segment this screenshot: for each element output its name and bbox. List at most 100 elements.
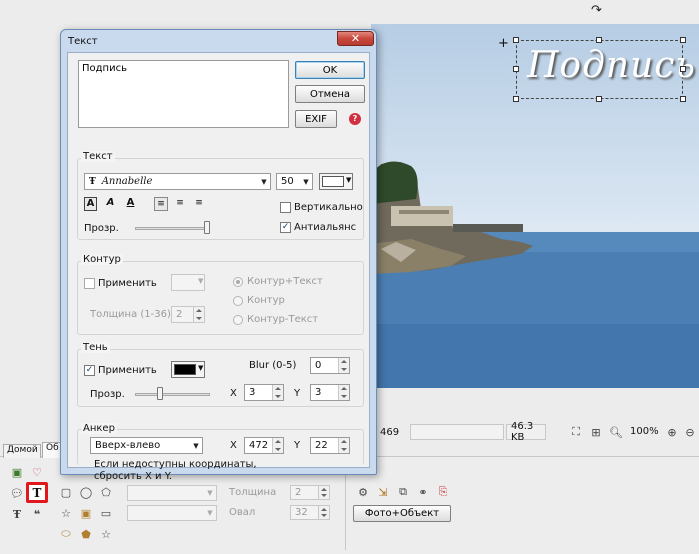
text-color-picker[interactable]: ▼ [319,173,353,190]
shadow-x-field[interactable]: 3 [244,384,284,401]
text-opacity-label: Прозр. [84,223,119,234]
radio-contour-text [233,277,243,287]
contour-group-title: Контур [81,254,123,265]
contour-apply-label: Применить [98,278,157,289]
tool-icon-2[interactable]: ⇲ [375,484,391,500]
contour-thickness-label: Толщина (1-36) [90,309,171,320]
shape-star-icon[interactable]: ☆ [58,505,74,521]
font-name: Annabelle [101,176,153,187]
bold-style-button[interactable]: A [84,197,97,211]
fill-select: ▼ [127,485,217,501]
anchor-x-field[interactable]: 472 [244,437,284,454]
tool-icon-1[interactable]: ⚙ [355,484,371,500]
contour-color-picker: ▼ [171,274,205,291]
contour-apply-checkbox[interactable] [84,278,95,289]
color-arrow-icon: ▼ [346,176,352,184]
shape-rect-icon[interactable]: ▢ [58,484,74,500]
zoom-level[interactable]: 100% [630,426,659,437]
help-icon[interactable]: ? [349,113,361,125]
zoom-fit-icon[interactable]: 🔍︎ [608,424,624,440]
dialog-body: Подпись OK Отмена EXIF ? Текст Ŧ Annabel… [67,52,370,482]
contour-group [77,261,364,335]
ok-button[interactable]: OK [295,61,365,79]
contour-thickness-field: 2 [171,306,205,323]
actual-size-icon[interactable]: ⊞ [588,424,604,440]
resize-handle[interactable] [513,37,519,43]
shadow-color-picker[interactable]: ▼ [171,361,205,378]
cancel-button[interactable]: Отмена [295,85,365,103]
shadow-x-label: X [230,388,237,399]
shape-star2-icon[interactable]: ☆ [98,526,114,542]
radio-contour-label: Контур [247,295,285,306]
align-right-icon[interactable]: ≡ [192,197,206,211]
heart-shape-icon[interactable]: ♡ [29,464,45,480]
exif-button[interactable]: EXIF [295,110,337,128]
radio-contour-minus-text-label: Контур-Текст [247,314,319,325]
shadow-y-label: Y [294,388,301,399]
thickness-label: Толщина [229,487,277,498]
rotate-handle-icon[interactable]: ↷ [591,4,605,17]
zoom-out-icon[interactable]: ⊖ [682,424,698,440]
anchor-y-field[interactable]: 22 [310,437,350,454]
divider [345,470,346,550]
photo-object-button[interactable]: Фото+Объект [353,505,451,522]
shadow-color-swatch [174,364,196,375]
speech-bubble-icon[interactable]: 💬︎ [9,485,25,501]
blur-field[interactable]: 0 [310,357,350,374]
shadow-group-title: Тень [81,342,110,353]
shape-pentagon2-icon[interactable]: ⬟ [78,526,94,542]
anchor-select[interactable]: Вверх-влево ▼ [90,437,203,454]
dialog-title: Текст [68,36,98,47]
shape-pentagon-icon[interactable]: ⬠ [98,484,114,500]
text-group-title: Текст [81,151,115,162]
tool-icon-4[interactable]: ⚭ [415,484,431,500]
vertical-label: Вертикально [294,202,363,213]
shadow-y-field[interactable]: 3 [310,384,350,401]
anchor-y-label: Y [294,440,301,451]
text-style-icon[interactable]: Ŧ [9,506,25,522]
shape-square-icon[interactable]: ▣ [78,505,94,521]
text-tool-button[interactable]: T [26,482,48,503]
shadow-apply-checkbox[interactable]: ✓ [84,365,95,376]
tool-icon-3[interactable]: ⧉ [395,484,411,500]
shape-circle-icon[interactable]: ◯ [78,484,94,500]
dialog-close-button[interactable]: ✕ [337,31,374,46]
quote-icon[interactable]: ❝ [29,506,45,522]
align-left-icon[interactable]: ≡ [154,197,168,211]
zoom-in-icon[interactable]: ⊕ [664,424,680,440]
contour-color-arrow-icon: ▼ [198,277,204,285]
fit-screen-icon[interactable]: ⛶ [568,424,584,440]
antialias-label: Антиальянс [294,222,357,233]
text-opacity-thumb[interactable] [204,221,210,234]
align-center-icon[interactable]: ≡ [173,197,187,211]
resize-handle[interactable] [513,66,519,72]
text-opacity-track[interactable] [135,227,210,230]
thickness-field: 2 [290,485,330,500]
image-tool-icon[interactable]: ▣ [9,464,25,480]
shadow-opacity-track[interactable] [135,393,210,396]
resize-handle[interactable] [680,96,686,102]
shadow-apply-label: Применить [98,365,157,376]
font-select[interactable]: Ŧ Annabelle ▼ [84,173,271,190]
shape-oval-icon[interactable]: ⬭ [58,526,74,542]
tool-icon-5[interactable]: ⎘ [435,484,451,500]
overlay-text: Подпись [527,45,697,86]
font-size-select[interactable]: 50 ▼ [276,173,313,190]
resize-handle[interactable] [513,96,519,102]
antialias-checkbox[interactable]: ✓ [280,222,291,233]
resize-handle[interactable] [680,37,686,43]
vertical-checkbox[interactable] [280,202,291,213]
resize-handle[interactable] [596,37,602,43]
shadow-opacity-thumb[interactable] [157,387,163,400]
text-selection-box[interactable]: Подпись [516,40,695,99]
move-cross-icon[interactable]: + [498,37,509,50]
shape-rounded-icon[interactable]: ▭ [98,505,114,521]
resize-handle[interactable] [596,96,602,102]
italic-style-button[interactable]: A [104,197,117,211]
coord-readout: 469 [380,426,400,438]
resize-handle[interactable] [680,66,686,72]
underline-style-button[interactable]: A [124,197,137,211]
text-input[interactable]: Подпись [78,60,289,128]
tab-home[interactable]: Домой [3,444,41,458]
radio-contour-minus-text [233,315,243,325]
